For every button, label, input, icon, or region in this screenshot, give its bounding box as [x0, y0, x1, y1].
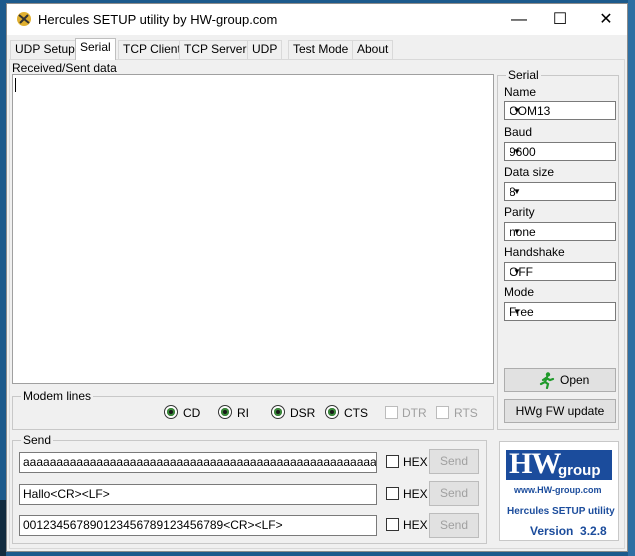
- send-button-2[interactable]: Send: [429, 481, 479, 506]
- tab-test-mode[interactable]: Test Mode: [288, 40, 354, 59]
- cd-indicator: [164, 405, 178, 419]
- dtr-checkbox[interactable]: [385, 406, 398, 419]
- open-button[interactable]: Open: [504, 368, 616, 392]
- logo-hw-text: HW: [509, 447, 561, 480]
- close-button[interactable]: ✕: [583, 4, 629, 35]
- send-input-2[interactable]: Hallo<CR><LF>: [19, 484, 377, 505]
- chevron-down-icon: ▼: [509, 263, 524, 280]
- chevron-down-icon: ▼: [509, 303, 524, 320]
- send-input-3[interactable]: 001234567890123456789123456789<CR><LF>: [19, 515, 377, 536]
- hex-label-1: HEX: [403, 455, 428, 469]
- desktop-background: [628, 0, 635, 556]
- datasize-select[interactable]: 8 ▼: [504, 182, 616, 201]
- received-data-label: Received/Sent data: [12, 61, 117, 75]
- parity-label: Parity: [504, 205, 535, 219]
- logo-group-text: group: [558, 462, 601, 479]
- send-group-title: Send: [21, 433, 54, 447]
- running-man-icon: [539, 372, 555, 389]
- name-label: Name: [504, 85, 537, 99]
- tab-bar: UDP Setup Serial TCP Client TCP Server U…: [7, 38, 627, 60]
- dtr-label: DTR: [402, 406, 427, 420]
- hex-checkbox-3[interactable]: [386, 518, 399, 531]
- dsr-indicator: [271, 405, 285, 419]
- text-caret: [15, 78, 16, 92]
- maximize-button[interactable]: ☐: [537, 4, 583, 35]
- tab-udp[interactable]: UDP: [247, 40, 283, 59]
- tab-serial[interactable]: Serial: [75, 38, 116, 60]
- logo-version: Version 3.2.8: [530, 524, 607, 538]
- rts-label: RTS: [454, 406, 478, 420]
- hex-label-2: HEX: [403, 487, 428, 501]
- send-button-3[interactable]: Send: [429, 513, 479, 538]
- handshake-label: Handshake: [504, 245, 565, 259]
- chevron-down-icon: ▼: [509, 183, 524, 200]
- send-button-1[interactable]: Send: [429, 449, 479, 474]
- parity-select[interactable]: none ▼: [504, 222, 616, 241]
- datasize-label: Data size: [504, 165, 555, 179]
- tab-tcp-server[interactable]: TCP Server: [179, 40, 252, 59]
- logo-url: www.HW-group.com: [514, 485, 602, 495]
- hex-checkbox-1[interactable]: [386, 455, 399, 468]
- open-button-label: Open: [560, 373, 590, 387]
- modem-lines-title: Modem lines: [21, 389, 94, 403]
- tab-about[interactable]: About: [352, 40, 394, 59]
- chevron-down-icon: ▼: [509, 143, 524, 160]
- mode-select[interactable]: Free ▼: [504, 302, 616, 321]
- chevron-down-icon: ▼: [509, 223, 524, 240]
- chevron-down-icon: ▼: [509, 102, 524, 119]
- serial-group-title: Serial: [506, 68, 541, 82]
- handshake-select[interactable]: OFF ▼: [504, 262, 616, 281]
- ri-label: RI: [237, 406, 249, 420]
- dsr-label: DSR: [290, 406, 316, 420]
- cts-indicator: [325, 405, 339, 419]
- tab-tcp-client[interactable]: TCP Client: [118, 40, 186, 59]
- hex-label-3: HEX: [403, 518, 428, 532]
- name-select[interactable]: COM13 ▼: [504, 101, 616, 120]
- cts-label: CTS: [344, 406, 368, 420]
- fw-update-button[interactable]: HWg FW update: [504, 399, 616, 423]
- logo-product: Hercules SETUP utility: [507, 506, 615, 517]
- send-input-1[interactable]: aaaaaaaaaaaaaaaaaaaaaaaaaaaaaaaaaaaaaaaa…: [19, 452, 377, 473]
- mode-label: Mode: [504, 285, 535, 299]
- tab-udp-setup[interactable]: UDP Setup: [10, 40, 80, 59]
- hw-group-logo[interactable]: HW group www.HW-group.com Hercules SETUP…: [499, 441, 619, 541]
- title-bar[interactable]: Hercules SETUP utility by HW-group.com —…: [7, 4, 627, 35]
- baud-select[interactable]: 9600 ▼: [504, 142, 616, 161]
- window-title: Hercules SETUP utility by HW-group.com: [38, 12, 278, 27]
- hercules-app-icon: [17, 12, 31, 26]
- received-data-textarea[interactable]: [12, 74, 494, 384]
- hercules-window: Hercules SETUP utility by HW-group.com —…: [6, 3, 628, 552]
- baud-label: Baud: [504, 125, 533, 139]
- cd-label: CD: [183, 406, 201, 420]
- minimize-button[interactable]: —: [496, 4, 542, 35]
- ri-indicator: [218, 405, 232, 419]
- rts-checkbox[interactable]: [436, 406, 449, 419]
- hex-checkbox-2[interactable]: [386, 487, 399, 500]
